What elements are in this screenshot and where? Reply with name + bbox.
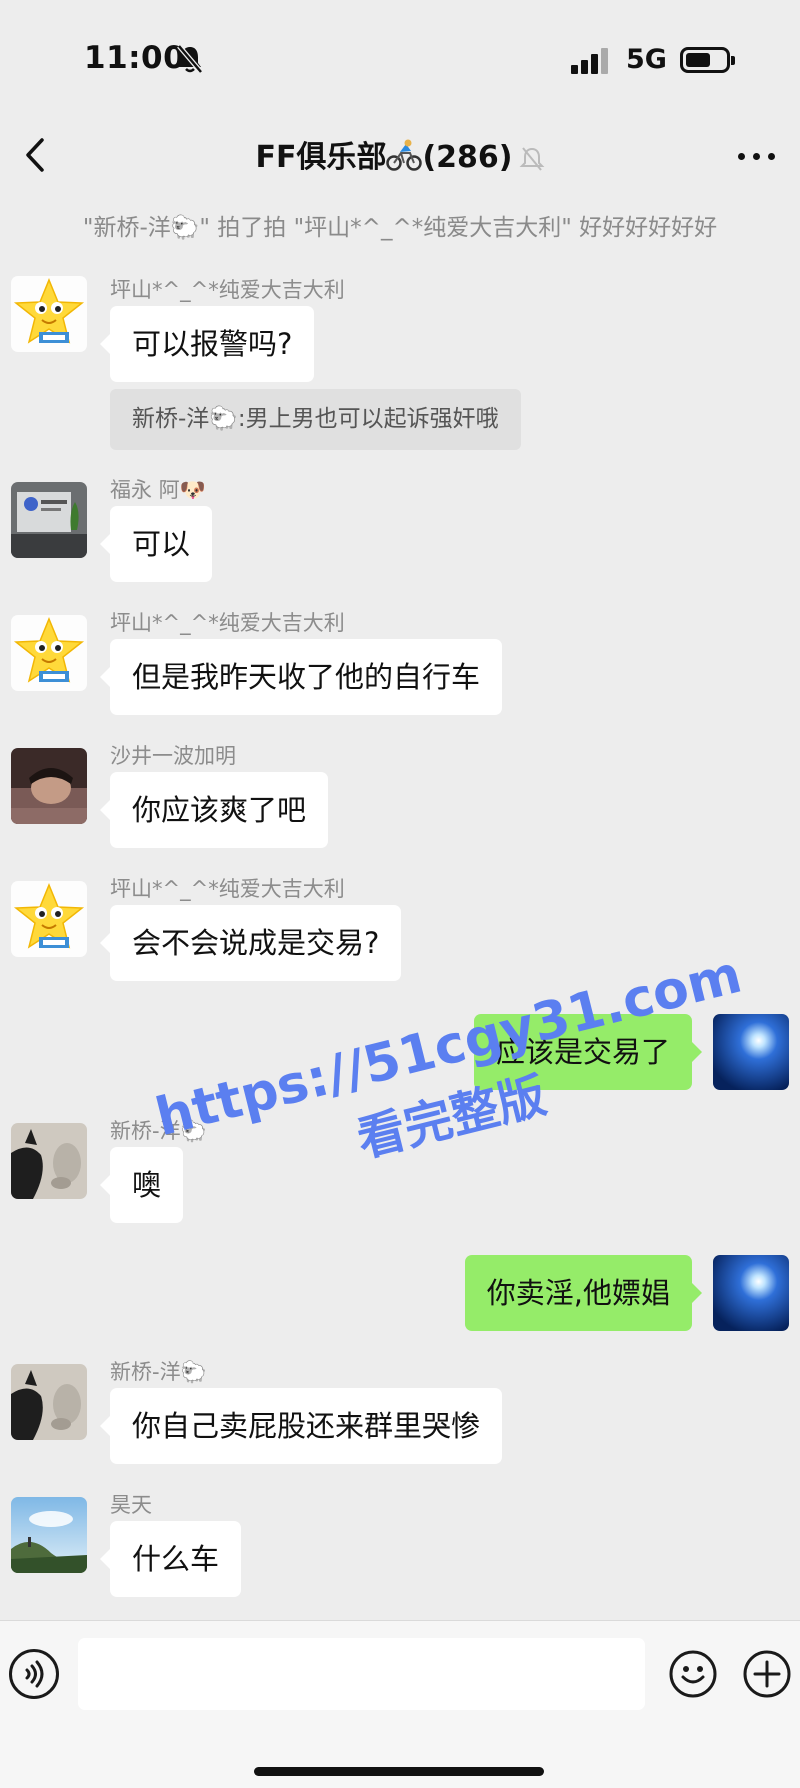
avatar-self[interactable] xyxy=(713,1014,789,1090)
quoted-message[interactable]: 新桥-洋🐑:男上男也可以起诉强奸哦 xyxy=(110,389,521,450)
message-bubble[interactable]: 但是我昨天收了他的自行车 xyxy=(99,639,503,715)
signal-bars-icon xyxy=(571,48,611,74)
message-bubble[interactable]: 噢 xyxy=(99,1147,184,1223)
message-bubble-self[interactable]: 应该是交易了 xyxy=(473,1014,703,1090)
avatar[interactable] xyxy=(11,881,87,957)
message-bubble[interactable]: 会不会说成是交易? xyxy=(99,905,402,981)
message-bubble[interactable]: 什么车 xyxy=(99,1521,242,1597)
avatar[interactable] xyxy=(11,748,87,824)
avatar[interactable] xyxy=(11,276,87,352)
avatar[interactable] xyxy=(11,615,87,691)
muted-bell-icon xyxy=(519,146,544,171)
home-indicator xyxy=(254,1767,544,1776)
avatar[interactable] xyxy=(11,1364,87,1440)
star-mascot-icon xyxy=(11,615,87,691)
more-options-icon[interactable] xyxy=(738,142,778,172)
battery-icon xyxy=(680,47,735,73)
message-bubble[interactable]: 可以 xyxy=(99,506,213,582)
sender-name: 坪山*^_^*纯爱大吉大利 xyxy=(110,877,345,901)
sender-name: 坪山*^_^*纯爱大吉大利 xyxy=(110,611,345,635)
sender-name: 新桥-洋🐑 xyxy=(110,1360,207,1384)
bike-rider-icon xyxy=(386,139,423,171)
sender-name: 沙井一波加明 xyxy=(110,744,236,768)
plus-icon[interactable] xyxy=(742,1649,792,1699)
message-bubble-self[interactable]: 你卖淫,他嫖娼 xyxy=(464,1255,703,1331)
message-bubble[interactable]: 你自己卖屁股还来群里哭惨 xyxy=(99,1388,503,1464)
chat-title: FF俱乐部 (286) xyxy=(0,132,800,176)
system-message: "新桥-洋🐑" 拍了拍 "坪山*^_^*纯爱大吉大利" 好好好好好好 xyxy=(82,215,718,241)
message-input[interactable] xyxy=(78,1638,645,1710)
emoji-icon[interactable] xyxy=(668,1649,718,1699)
avatar[interactable] xyxy=(11,1123,87,1199)
bell-slash-icon xyxy=(177,44,203,74)
chat-header: FF俱乐部 (286) xyxy=(0,118,800,194)
person-photo-icon xyxy=(11,748,87,824)
message-bubble[interactable]: 可以报警吗? xyxy=(99,306,315,382)
status-time: 11:00 xyxy=(84,40,186,76)
sender-name: 昊天 xyxy=(110,1493,152,1517)
watermark-overlay: https://51cgy31.com 看完整版 xyxy=(150,945,748,1245)
voice-input-icon[interactable] xyxy=(9,1649,59,1699)
blue-sun-icon xyxy=(713,1255,789,1331)
sender-name: 福永 阿🐶 xyxy=(110,478,206,502)
cat-photo-icon xyxy=(11,1123,87,1199)
avatar[interactable] xyxy=(11,482,87,558)
status-bar: 11:00 5G xyxy=(0,0,800,118)
blue-sun-icon xyxy=(713,1014,789,1090)
cat-photo-icon xyxy=(11,1364,87,1440)
sender-name: 坪山*^_^*纯爱大吉大利 xyxy=(110,278,345,302)
office-photo-icon xyxy=(11,482,87,558)
message-bubble[interactable]: 你应该爽了吧 xyxy=(99,772,329,848)
landscape-photo-icon xyxy=(11,1497,87,1573)
avatar[interactable] xyxy=(11,1497,87,1573)
avatar-self[interactable] xyxy=(713,1255,789,1331)
member-count: (286) xyxy=(422,140,513,175)
input-bar xyxy=(0,1620,800,1788)
sender-name: 新桥-洋🐑 xyxy=(110,1119,207,1143)
star-mascot-icon xyxy=(11,276,87,352)
star-mascot-icon xyxy=(11,881,87,957)
network-type: 5G xyxy=(626,44,667,75)
group-name: FF俱乐部 xyxy=(255,140,387,175)
